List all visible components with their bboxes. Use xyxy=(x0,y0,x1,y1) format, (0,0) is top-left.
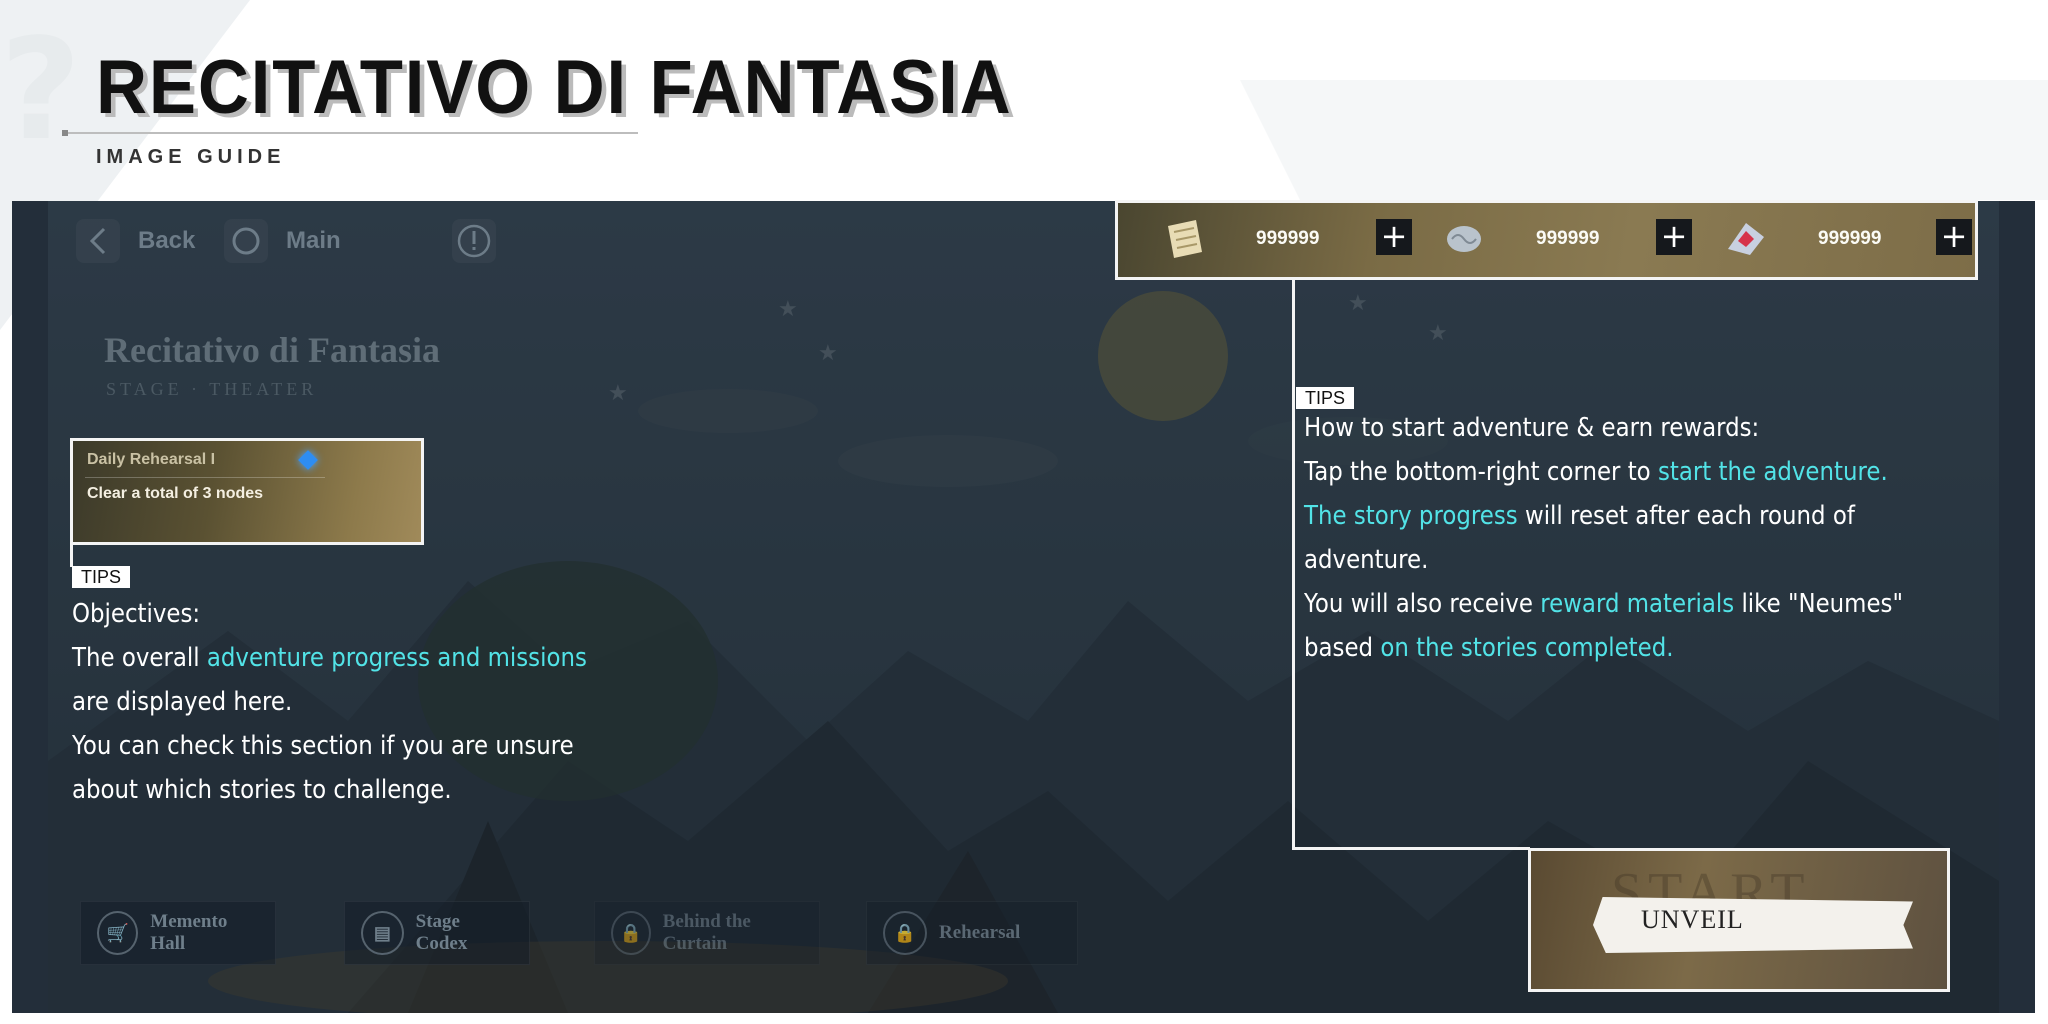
lock-icon: 🔒 xyxy=(611,911,651,955)
title-underline xyxy=(64,132,638,134)
tips-right-line: The story progress will reset after each… xyxy=(1304,494,1920,538)
tips-right-highlight: reward materials xyxy=(1540,589,1735,619)
tips-left-text-span: The overall xyxy=(72,643,207,673)
left-connector-line xyxy=(70,545,73,567)
tips-right-text-span: based xyxy=(1304,633,1381,663)
add-neume-button[interactable]: + xyxy=(1936,219,1972,255)
tips-right-highlight: on the stories completed. xyxy=(1380,633,1674,663)
add-brain-button[interactable]: + xyxy=(1656,219,1692,255)
guide-page: ? RECITATIVO DI FANTASIA IMAGE GUIDE ★ ★… xyxy=(0,0,2048,1024)
tips-left-line: The overall adventure progress and missi… xyxy=(72,636,618,680)
tips-right-line: adventure. xyxy=(1304,545,1429,575)
rehearsal-button[interactable]: 🔒 Rehearsal xyxy=(866,901,1078,965)
main-label: Main xyxy=(286,227,341,254)
daily-rehearsal-panel[interactable]: Daily Rehearsal I Clear a total of 3 nod… xyxy=(70,438,424,545)
behind-the-curtain-label: Behind the Curtain xyxy=(662,911,751,954)
scroll-resource-count: 999999 xyxy=(1256,213,1319,265)
tips-left-line: Objectives: xyxy=(72,599,201,629)
tips-left-line: You can check this section if you are un… xyxy=(72,731,574,761)
resource-bar: 999999 + 999999 + 999999 + xyxy=(1115,200,1978,280)
stage-codex-button[interactable]: ▤ Stage Codex xyxy=(344,901,530,965)
page-title: RECITATIVO DI FANTASIA xyxy=(96,45,1013,130)
unveil-label: UNVEIL xyxy=(1641,905,1744,934)
tips-right-text-span: You will also receive xyxy=(1304,589,1541,619)
tips-right-line: You will also receive reward materials l… xyxy=(1304,582,1920,626)
right-connector-bottom xyxy=(1292,847,1530,850)
info-icon xyxy=(452,219,496,263)
tips-right-text-span: Tap the bottom-right corner to xyxy=(1304,457,1658,487)
title-underline-dot xyxy=(62,130,68,136)
scroll-value: 999999 xyxy=(1256,228,1320,249)
brain-value: 999999 xyxy=(1536,228,1600,249)
tips-right-text-span: will reset after each round of xyxy=(1517,501,1855,531)
add-scroll-button[interactable]: + xyxy=(1376,219,1412,255)
chevron-left-icon xyxy=(76,219,120,263)
memento-hall-button[interactable]: 🛒 Memento Hall xyxy=(80,901,276,965)
neume-value: 999999 xyxy=(1818,228,1882,249)
tips-right-text: How to start adventure & earn rewards: T… xyxy=(1304,406,1920,670)
daily-rehearsal-title: Daily Rehearsal I xyxy=(87,451,216,468)
stage-codex-label: Stage Codex xyxy=(415,911,468,954)
tips-right-text-span: like "Neumes" xyxy=(1734,589,1903,619)
circle-icon xyxy=(224,219,268,263)
header-band-decoration xyxy=(1240,80,2048,200)
back-label: Back xyxy=(138,227,196,254)
tips-badge-left: TIPS xyxy=(72,566,131,588)
tips-right-line: How to start adventure & earn rewards: xyxy=(1304,413,1760,443)
daily-divider xyxy=(85,477,325,478)
tips-left-line: are displayed here. xyxy=(72,687,293,717)
main-button[interactable]: Main xyxy=(224,215,341,267)
memento-hall-label: Memento Hall xyxy=(150,911,228,954)
brain-resource-count: 999999 xyxy=(1536,213,1599,265)
diamond-marker-icon xyxy=(298,450,318,470)
lock-icon: 🔒 xyxy=(883,911,927,955)
brain-icon xyxy=(1444,213,1484,265)
tips-right-highlight: start the adventure. xyxy=(1657,457,1888,487)
tips-right-line: based on the stories completed. xyxy=(1304,626,1920,670)
stage-title: Recitativo di Fantasia xyxy=(104,330,440,370)
tips-right-highlight: The story progress xyxy=(1304,501,1518,531)
codex-icon: ▤ xyxy=(361,911,404,955)
scroll-icon xyxy=(1162,213,1208,265)
daily-rehearsal-objective: Clear a total of 3 nodes xyxy=(87,485,264,502)
tips-left-highlight: adventure progress and missions xyxy=(206,643,587,673)
back-button[interactable]: Back xyxy=(76,215,195,267)
stage-subtitle: STAGE · THEATER xyxy=(106,379,318,399)
tips-right-line: Tap the bottom-right corner to start the… xyxy=(1304,450,1920,494)
tips-left-line: about which stories to challenge. xyxy=(72,775,452,805)
behind-the-curtain-button[interactable]: 🔒 Behind the Curtain xyxy=(594,901,820,965)
neume-resource-count: 999999 xyxy=(1818,213,1881,265)
page-subtitle: IMAGE GUIDE xyxy=(96,146,286,168)
neume-crystal-icon xyxy=(1724,213,1768,265)
info-button[interactable] xyxy=(452,215,496,267)
rehearsal-label: Rehearsal xyxy=(939,922,1021,943)
tips-left-text: Objectives: The overall adventure progre… xyxy=(72,592,618,812)
cart-icon: 🛒 xyxy=(97,911,139,955)
right-connector-line xyxy=(1292,280,1295,850)
start-unveil-button[interactable]: START UNVEIL xyxy=(1528,848,1950,992)
